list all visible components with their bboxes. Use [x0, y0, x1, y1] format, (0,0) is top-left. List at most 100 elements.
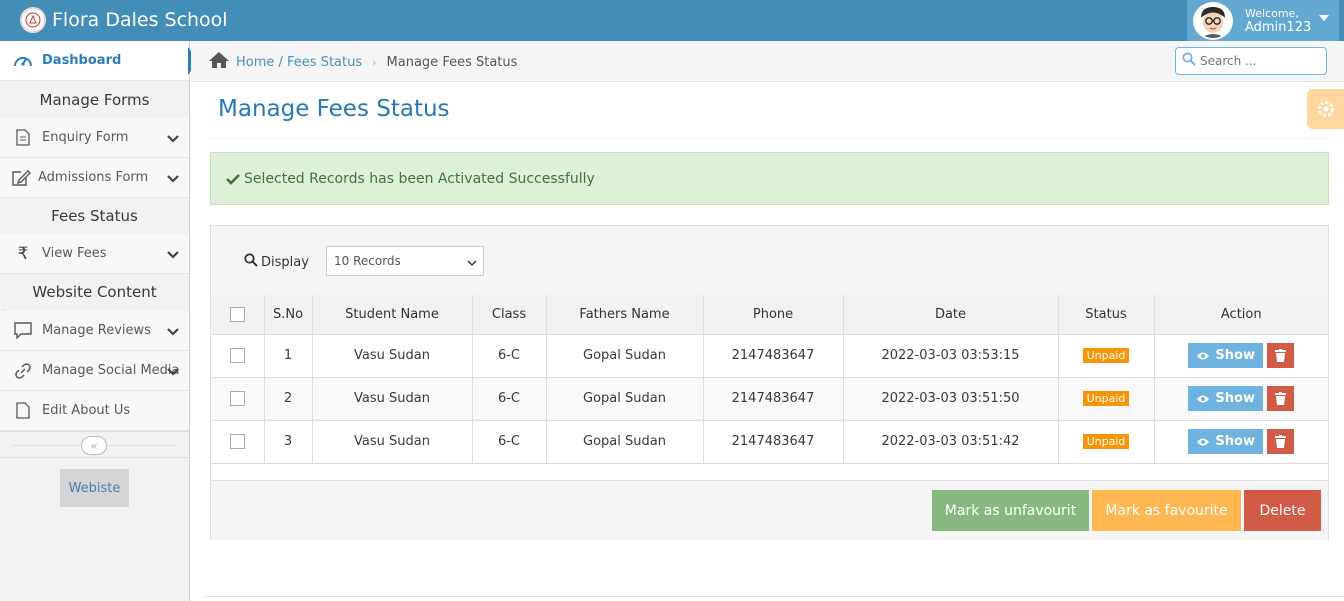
cell-fathers-name: Gopal Sudan: [546, 420, 704, 464]
sidebar-item-label: Dashboard: [42, 53, 122, 68]
breadcrumb-bar: Home / Fees Status › Manage Fees Status: [191, 41, 1344, 82]
delete-row-button[interactable]: [1267, 343, 1295, 368]
cell-class: 6-C: [472, 334, 547, 378]
cell-sno: 1: [264, 334, 313, 378]
row-checkbox[interactable]: [229, 434, 245, 449]
show-button[interactable]: Show: [1188, 386, 1263, 411]
mark-favourite-button[interactable]: Mark as favourite: [1092, 490, 1241, 531]
caret-down-icon: [1319, 15, 1329, 21]
website-button[interactable]: Webiste: [60, 469, 129, 507]
sidebar-item-admissions-form[interactable]: Admissions Form: [0, 158, 189, 198]
navbar: Flora Dales School Welcome, Admin123: [0, 0, 1344, 41]
row-checkbox[interactable]: [229, 391, 245, 406]
welcome-text: Welcome,: [1245, 6, 1299, 20]
cell-phone: 2147483647: [703, 420, 844, 464]
select-all-header: [211, 295, 265, 335]
sidebar-item-label: Manage Social Media: [42, 363, 180, 378]
trash-icon: [1275, 392, 1287, 405]
fees-table: S.No Student Name Class Fathers Name Pho…: [211, 295, 1328, 464]
cell-phone: 2147483647: [703, 377, 844, 421]
sidebar-collapse-bar: «: [0, 431, 189, 458]
cell-class: 6-C: [472, 377, 547, 421]
search-box[interactable]: [1175, 47, 1327, 75]
delete-row-button[interactable]: [1267, 429, 1295, 454]
cell-student-name: Vasu Sudan: [312, 420, 473, 464]
breadcrumb-separator-icon: ›: [372, 55, 377, 69]
chevron-down-icon: [167, 325, 179, 340]
column-header: Student Name: [312, 295, 473, 335]
alert-message: Selected Records has been Activated Succ…: [244, 170, 595, 187]
link-icon: [12, 362, 34, 380]
comment-icon: [12, 322, 34, 339]
display-label: Display: [241, 253, 309, 271]
sidebar: Dashboard Manage Forms Enquiry Form Admi…: [0, 41, 198, 601]
eye-icon: [1197, 395, 1210, 402]
page-title: Manage Fees Status: [218, 96, 450, 122]
app-title: Flora Dales School: [52, 9, 228, 31]
sidebar-item-label: View Fees: [42, 246, 107, 261]
chevron-down-icon: [167, 172, 179, 187]
check-icon: [226, 173, 240, 185]
select-all-checkbox[interactable]: [229, 306, 245, 322]
records-per-page-select[interactable]: 10 Records: [326, 246, 484, 276]
sidebar-item-enquiry-form[interactable]: Enquiry Form: [0, 118, 189, 158]
status-badge: Unpaid: [1082, 434, 1130, 449]
row-checkbox[interactable]: [229, 348, 245, 363]
trash-icon: [1275, 435, 1287, 448]
sidebar-item-view-fees[interactable]: ₹ View Fees: [0, 234, 189, 274]
show-button[interactable]: Show: [1188, 429, 1263, 454]
avatar: [1193, 1, 1233, 40]
sidebar-item-manage-reviews[interactable]: Manage Reviews: [0, 311, 189, 351]
column-header: S.No: [264, 295, 313, 335]
search-input[interactable]: [1200, 54, 1320, 68]
trash-icon: [1275, 349, 1287, 362]
user-menu[interactable]: Welcome, Admin123: [1187, 0, 1339, 41]
double-chevron-left-icon[interactable]: «: [81, 436, 107, 455]
sidebar-item-label: Manage Reviews: [42, 323, 151, 338]
show-button[interactable]: Show: [1188, 343, 1263, 368]
user-name: Admin123: [1245, 19, 1312, 35]
breadcrumb-home-link[interactable]: Home / Fees Status: [236, 55, 362, 70]
column-header: Class: [472, 295, 547, 335]
table-row: 2 Vasu Sudan 6-C Gopal Sudan 2147483647 …: [211, 377, 1328, 421]
sidebar-section-header: Website Content: [0, 274, 189, 310]
column-header: Action: [1154, 295, 1328, 335]
sidebar-section-header: Fees Status: [0, 198, 189, 234]
cell-student-name: Vasu Sudan: [312, 377, 473, 421]
school-logo-icon: [20, 7, 46, 33]
records-panel: Display 10 Records S.No Student Name Cla…: [210, 225, 1329, 540]
cell-date: 2022-03-03 03:51:50: [843, 377, 1059, 421]
file-icon: [12, 402, 34, 419]
rupee-icon: ₹: [17, 243, 29, 264]
chevron-down-icon: [167, 365, 179, 380]
chevron-down-icon: [467, 256, 477, 270]
delete-row-button[interactable]: [1267, 386, 1295, 411]
edit-icon: [10, 169, 32, 187]
status-badge: Unpaid: [1082, 391, 1130, 406]
column-header: Phone: [703, 295, 844, 335]
divider: [210, 138, 1328, 139]
brand[interactable]: Flora Dales School: [20, 5, 228, 35]
column-header: Fathers Name: [546, 295, 704, 335]
breadcrumb-current: Manage Fees Status: [386, 54, 518, 70]
panel-toolbar: Display 10 Records: [211, 226, 1328, 296]
sidebar-item-manage-social-media[interactable]: Manage Social Media: [0, 351, 189, 391]
settings-gear-icon[interactable]: [1307, 89, 1344, 129]
cell-class: 6-C: [472, 420, 547, 464]
cell-fathers-name: Gopal Sudan: [546, 377, 704, 421]
table-row: 3 Vasu Sudan 6-C Gopal Sudan 2147483647 …: [211, 420, 1328, 464]
home-icon[interactable]: [208, 51, 230, 73]
search-icon: [244, 253, 258, 271]
sidebar-item-edit-about-us[interactable]: Edit About Us: [0, 391, 189, 431]
mark-unfavourite-button[interactable]: Mark as unfavourit: [932, 490, 1089, 531]
sidebar-item-label: Admissions Form: [38, 170, 149, 185]
delete-button[interactable]: Delete: [1244, 490, 1321, 531]
sidebar-item-label: Edit About Us: [42, 403, 131, 418]
sidebar-section-header: Manage Forms: [0, 82, 189, 118]
sidebar-item-label: Enquiry Form: [42, 130, 129, 145]
sidebar-item-dashboard[interactable]: Dashboard: [0, 41, 198, 81]
cell-fathers-name: Gopal Sudan: [546, 334, 704, 378]
cell-date: 2022-03-03 03:53:15: [843, 334, 1059, 378]
bulk-actions-bar: Mark as unfavourit Mark as favourite Del…: [211, 480, 1328, 540]
success-alert: Selected Records has been Activated Succ…: [210, 152, 1329, 205]
